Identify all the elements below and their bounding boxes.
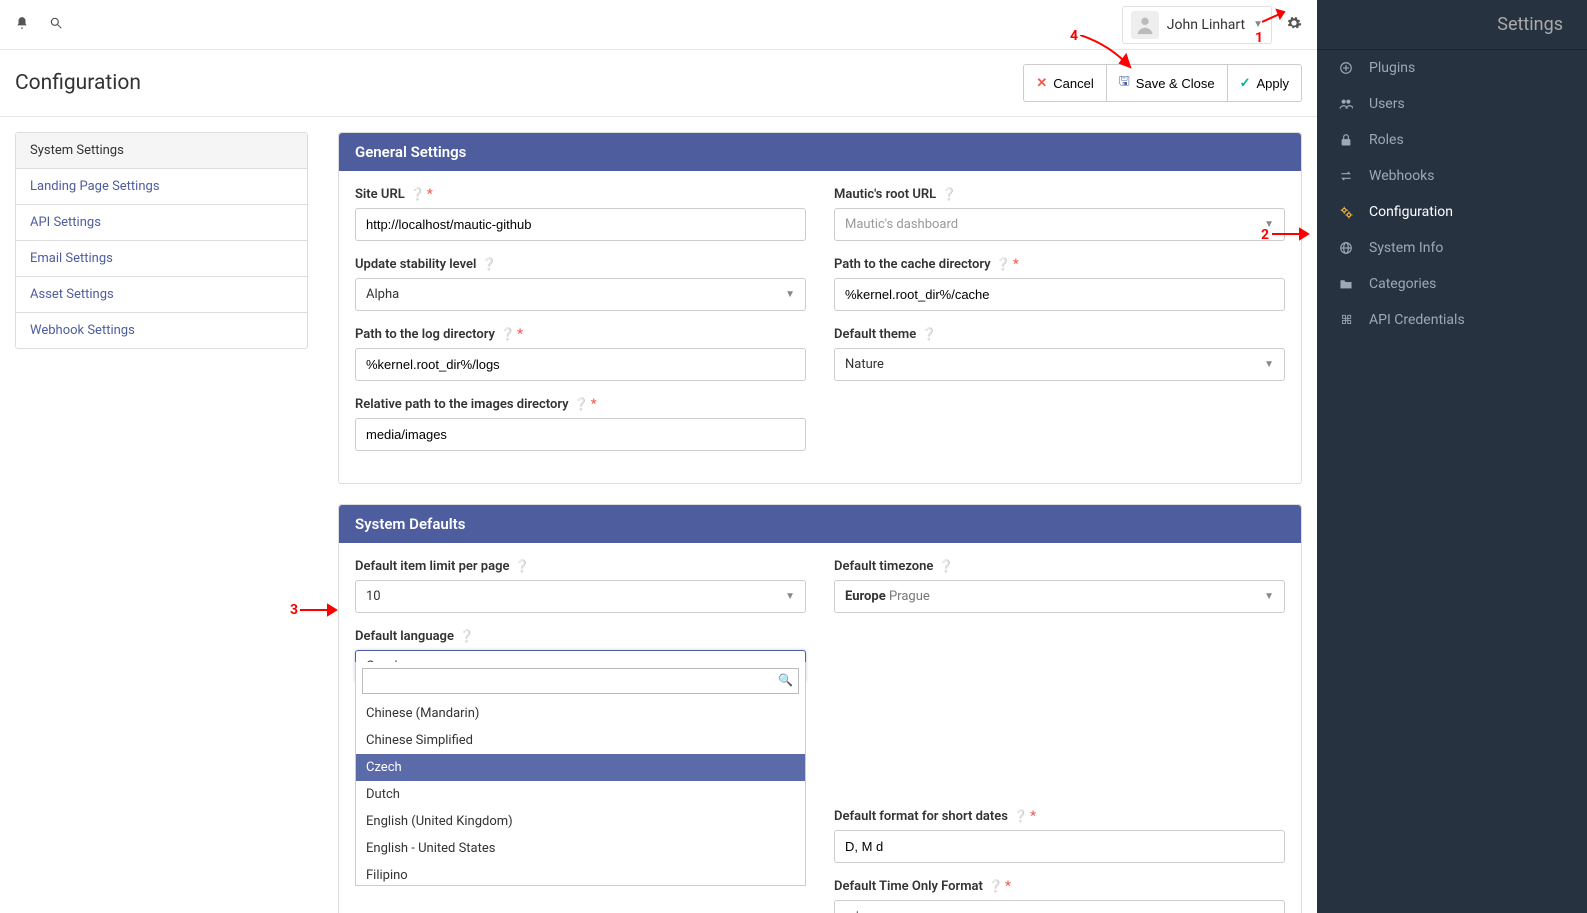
save-icon: 🖫 <box>1119 72 1130 94</box>
panel-defaults-header: System Defaults <box>339 505 1301 543</box>
timezone-select[interactable]: Europe Prague▼ <box>834 580 1285 613</box>
help-icon[interactable]: ❔ <box>410 187 425 201</box>
sidebar-item-roles[interactable]: Roles <box>1317 122 1587 158</box>
sidebar-item-configuration[interactable]: Configuration <box>1317 194 1587 230</box>
sidebar-item-api-credentials[interactable]: API Credentials <box>1317 302 1587 338</box>
sidebar-item-webhooks[interactable]: Webhooks <box>1317 158 1587 194</box>
caret-down-icon: ▼ <box>1264 591 1274 602</box>
sidebar-item-users[interactable]: Users <box>1317 86 1587 122</box>
help-icon[interactable]: ❔ <box>574 397 589 411</box>
search-icon[interactable] <box>49 16 63 34</box>
language-option[interactable]: Chinese (Mandarin) <box>356 700 805 727</box>
site-url-input[interactable] <box>355 208 806 241</box>
label-site-url: Site URL ❔* <box>355 187 806 202</box>
time-only-input[interactable] <box>834 900 1285 913</box>
caret-down-icon: ▼ <box>785 591 795 602</box>
lock-icon <box>1339 133 1355 147</box>
user-name: John Linhart <box>1167 17 1245 33</box>
language-options-list[interactable]: Chinese (Mandarin) Chinese Simplified Cz… <box>356 700 805 885</box>
sidebar-item-categories[interactable]: Categories <box>1317 266 1587 302</box>
panel-general-header: General Settings <box>339 133 1301 171</box>
images-dir-input[interactable] <box>355 418 806 451</box>
cache-dir-input[interactable] <box>834 278 1285 311</box>
users-icon <box>1339 97 1355 111</box>
language-option[interactable]: Chinese Simplified <box>356 727 805 754</box>
language-search-input[interactable] <box>362 668 799 694</box>
label-log-dir: Path to the log directory ❔* <box>355 327 806 342</box>
help-icon[interactable]: ❔ <box>482 257 497 271</box>
caret-down-icon: ▼ <box>1264 359 1274 370</box>
nav-webhook-settings[interactable]: Webhook Settings <box>16 313 307 348</box>
language-option[interactable]: Filipino <box>356 862 805 885</box>
close-icon: ✕ <box>1036 75 1047 91</box>
page-title: Configuration <box>15 71 141 95</box>
sidebar-item-label: Roles <box>1369 132 1404 148</box>
folder-icon <box>1339 277 1355 291</box>
nav-email-settings[interactable]: Email Settings <box>16 241 307 277</box>
sidebar-item-label: Webhooks <box>1369 168 1435 184</box>
nav-asset-settings[interactable]: Asset Settings <box>16 277 307 313</box>
annotation-1: 1 <box>1255 30 1263 46</box>
language-option[interactable]: English - United States <box>356 835 805 862</box>
help-icon[interactable]: ❔ <box>941 187 956 201</box>
notifications-icon[interactable] <box>15 16 29 34</box>
label-root-url: Mautic's root URL ❔ <box>834 187 1285 202</box>
label-timezone: Default timezone ❔ <box>834 559 1285 574</box>
label-time-only: Default Time Only Format ❔* <box>834 879 1285 894</box>
cogs-icon <box>1339 205 1355 219</box>
default-theme-select[interactable]: Nature▼ <box>834 348 1285 381</box>
user-menu[interactable]: John Linhart ▼ <box>1122 6 1272 44</box>
annotation-4: 4 <box>1070 28 1078 44</box>
sidebar-item-plugins[interactable]: Plugins <box>1317 50 1587 86</box>
help-icon[interactable]: ❔ <box>996 257 1011 271</box>
apply-button[interactable]: ✓Apply <box>1228 64 1302 102</box>
language-option[interactable]: Czech <box>356 754 805 781</box>
globe-icon <box>1339 241 1355 255</box>
label-update-stability: Update stability level ❔ <box>355 257 806 272</box>
help-icon[interactable]: ❔ <box>500 327 515 341</box>
sidebar-item-label: Configuration <box>1369 204 1453 220</box>
sidebar-item-label: Categories <box>1369 276 1436 292</box>
label-default-theme: Default theme ❔ <box>834 327 1285 342</box>
settings-nav: System Settings Landing Page Settings AP… <box>15 132 308 349</box>
plus-circle-icon <box>1339 61 1355 75</box>
annotation-3: 3 <box>290 602 298 618</box>
help-icon[interactable]: ❔ <box>515 559 530 573</box>
language-option[interactable]: English (United Kingdom) <box>356 808 805 835</box>
exchange-icon <box>1339 169 1355 183</box>
help-icon[interactable]: ❔ <box>939 559 954 573</box>
nav-system-settings[interactable]: System Settings <box>16 133 307 169</box>
nav-api-settings[interactable]: API Settings <box>16 205 307 241</box>
sidebar-title: Settings <box>1317 0 1587 50</box>
sidebar-item-system-info[interactable]: System Info <box>1317 230 1587 266</box>
caret-down-icon: ▼ <box>785 289 795 300</box>
annotation-2: 2 <box>1261 227 1269 243</box>
short-date-input[interactable] <box>834 830 1285 863</box>
nav-landing-page[interactable]: Landing Page Settings <box>16 169 307 205</box>
check-icon: ✓ <box>1240 75 1251 91</box>
label-short-date: Default format for short dates ❔* <box>834 809 1285 824</box>
label-language: Default language ❔ <box>355 629 806 644</box>
puzzle-icon <box>1339 313 1355 327</box>
search-icon: 🔍 <box>778 673 793 687</box>
help-icon[interactable]: ❔ <box>459 629 474 643</box>
help-icon[interactable]: ❔ <box>1013 809 1028 823</box>
label-item-limit: Default item limit per page ❔ <box>355 559 806 574</box>
label-images-dir: Relative path to the images directory ❔* <box>355 397 806 412</box>
root-url-select[interactable]: Mautic's dashboard▼ <box>834 208 1285 241</box>
item-limit-select[interactable]: 10▼ <box>355 580 806 613</box>
update-stability-select[interactable]: Alpha▼ <box>355 278 806 311</box>
sidebar-item-label: System Info <box>1369 240 1443 256</box>
help-icon[interactable]: ❔ <box>921 327 936 341</box>
language-dropdown: 🔍 Chinese (Mandarin) Chinese Simplified … <box>355 662 806 886</box>
help-icon[interactable]: ❔ <box>988 879 1003 893</box>
sidebar-item-label: API Credentials <box>1369 312 1465 328</box>
log-dir-input[interactable] <box>355 348 806 381</box>
sidebar-item-label: Users <box>1369 96 1405 112</box>
label-cache-dir: Path to the cache directory ❔* <box>834 257 1285 272</box>
language-option[interactable]: Dutch <box>356 781 805 808</box>
sidebar-item-label: Plugins <box>1369 60 1415 76</box>
